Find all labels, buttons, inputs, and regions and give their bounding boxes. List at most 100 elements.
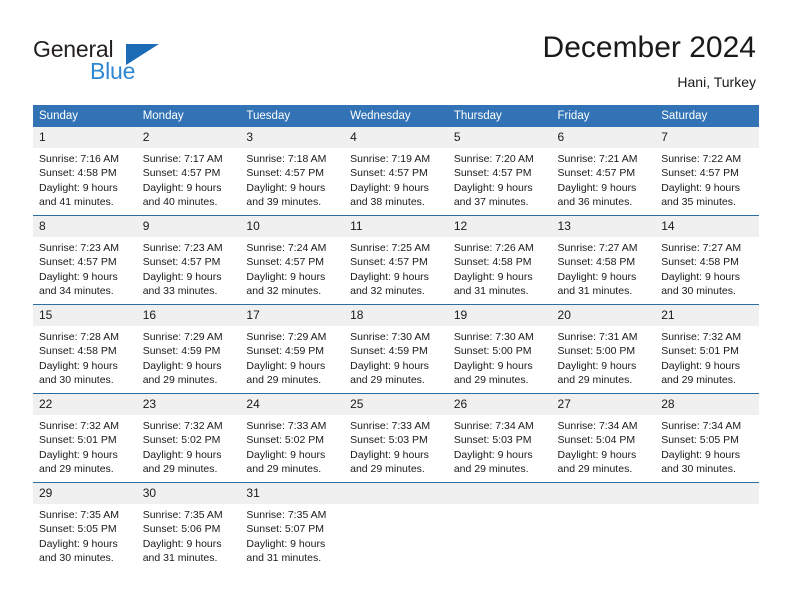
calendar-day-cell[interactable]: 6 Sunrise: 7:21 AM Sunset: 4:57 PM Daylight… [551,127,656,216]
daylight-duration-line2: and 41 minutes. [39,195,114,208]
weekday-header-sunday: Sunday [33,105,137,127]
daylight-duration-line1: Daylight: 9 hours [39,359,118,372]
calendar-day-cell[interactable]: 9 Sunrise: 7:23 AM Sunset: 4:57 PM Daylight… [136,215,241,305]
day-details: Sunrise: 7:35 AM Sunset: 5:07 PM Daylight:… [240,504,344,565]
calendar-header-row: Sunday Monday Tuesday Wednesday Thursday… [33,105,759,127]
calendar-day-cell[interactable]: 18 Sunrise: 7:30 AM Sunset: 4:59 PM Dayligh… [344,304,448,394]
calendar-day-cell[interactable]: 10 Sunrise: 7:24 AM Sunset: 4:57 PM Dayligh… [240,215,345,305]
sunrise-time: Sunrise: 7:34 AM [557,420,638,432]
calendar-empty-cell [447,482,552,571]
daylight-duration-line1: Daylight: 9 hours [142,270,222,283]
daylight-duration-line2: and 38 minutes. [350,195,425,208]
calendar-page: General Blue December 2024 Hani, Turkey … [0,0,792,612]
calendar-day-cell[interactable]: 13 Sunrise: 7:27 AM Sunset: 4:58 PM Dayligh… [551,215,656,305]
calendar-day-cell[interactable]: 28 Sunrise: 7:34 AM Sunset: 5:05 PM Dayligh… [655,393,759,483]
calendar-day-cell[interactable]: 2 Sunrise: 7:17 AM Sunset: 4:57 PM Daylight… [136,127,241,216]
calendar-day-cell[interactable]: 29 Sunrise: 7:35 AM Sunset: 5:05 PM Dayligh… [33,482,137,571]
daylight-duration-line1: Daylight: 9 hours [39,270,118,283]
daylight-duration-line2: and 30 minutes. [661,462,736,475]
day-details: Sunrise: 7:34 AM Sunset: 5:04 PM Daylight:… [552,415,656,476]
sunset-time: Sunset: 5:06 PM [142,523,221,536]
day-number: 17 [240,305,345,326]
daylight-duration-line1: Daylight: 9 hours [661,270,741,283]
calendar-day-cell[interactable]: 11 Sunrise: 7:25 AM Sunset: 4:57 PM Dayligh… [344,215,448,305]
day-number: 11 [344,216,448,237]
day-number: 14 [655,216,759,237]
day-details: Sunrise: 7:35 AM Sunset: 5:05 PM Daylight:… [33,504,137,565]
daylight-duration-line2: and 29 minutes. [453,462,529,475]
calendar-day-cell[interactable]: 21 Sunrise: 7:32 AM Sunset: 5:01 PM Dayligh… [655,304,759,394]
calendar-day-cell[interactable]: 4 Sunrise: 7:19 AM Sunset: 4:57 PM Daylight… [344,127,448,216]
daylight-duration-line2: and 29 minutes. [350,462,425,475]
day-details: Sunrise: 7:19 AM Sunset: 4:57 PM Daylight:… [344,148,448,209]
day-number: 28 [655,394,759,415]
day-number: 5 [447,127,552,148]
sunset-time: Sunset: 5:00 PM [557,345,636,358]
day-number: 21 [655,305,759,326]
sunset-time: Sunset: 4:58 PM [661,256,739,269]
calendar-week-row: 8 Sunrise: 7:23 AM Sunset: 4:57 PM Daylight… [33,215,759,305]
calendar-day-cell[interactable]: 30 Sunrise: 7:35 AM Sunset: 5:06 PM Dayligh… [136,482,241,571]
calendar-day-cell[interactable]: 15 Sunrise: 7:28 AM Sunset: 4:58 PM Dayligh… [33,304,137,394]
daylight-duration-line2: and 31 minutes. [453,284,529,297]
day-number [447,483,552,504]
daylight-duration-line1: Daylight: 9 hours [557,359,637,372]
day-details: Sunrise: 7:22 AM Sunset: 4:57 PM Daylight:… [655,148,759,209]
calendar-day-cell[interactable]: 12 Sunrise: 7:26 AM Sunset: 4:58 PM Dayligh… [447,215,552,305]
day-number: 18 [344,305,448,326]
calendar-day-cell[interactable]: 3 Sunrise: 7:18 AM Sunset: 4:57 PM Daylight… [240,127,345,216]
daylight-duration-line1: Daylight: 9 hours [142,537,222,550]
calendar-day-cell[interactable]: 20 Sunrise: 7:31 AM Sunset: 5:00 PM Dayligh… [551,304,656,394]
weekday-header-thursday: Thursday [447,105,552,127]
daylight-duration-line1: Daylight: 9 hours [453,181,533,194]
sunset-time: Sunset: 4:58 PM [39,345,117,358]
sunset-time: Sunset: 4:57 PM [39,256,117,269]
calendar-day-cell[interactable]: 25 Sunrise: 7:33 AM Sunset: 5:03 PM Dayligh… [344,393,448,483]
calendar-day-cell[interactable]: 14 Sunrise: 7:27 AM Sunset: 4:58 PM Dayligh… [655,215,759,305]
daylight-duration-line1: Daylight: 9 hours [39,448,118,461]
daylight-duration-line1: Daylight: 9 hours [350,359,429,372]
daylight-duration-line2: and 29 minutes. [557,462,633,475]
day-details: Sunrise: 7:34 AM Sunset: 5:03 PM Daylight:… [448,415,552,476]
calendar-day-cell[interactable]: 8 Sunrise: 7:23 AM Sunset: 4:57 PM Daylight… [33,215,137,305]
sunrise-time: Sunrise: 7:16 AM [39,153,119,165]
calendar-empty-cell [655,482,759,571]
sunset-time: Sunset: 4:57 PM [661,167,739,180]
sunrise-time: Sunrise: 7:29 AM [246,331,327,343]
general-blue-logo[interactable]: General Blue [33,36,173,88]
calendar-day-cell[interactable]: 26 Sunrise: 7:34 AM Sunset: 5:03 PM Dayligh… [447,393,552,483]
day-number: 4 [344,127,448,148]
sunset-time: Sunset: 5:05 PM [39,523,117,536]
day-number: 9 [136,216,241,237]
sunset-time: Sunset: 5:02 PM [246,434,325,447]
daylight-duration-line1: Daylight: 9 hours [661,359,741,372]
daylight-duration-line1: Daylight: 9 hours [246,181,326,194]
page-header: General Blue December 2024 Hani, Turkey [0,0,792,100]
calendar-day-cell[interactable]: 31 Sunrise: 7:35 AM Sunset: 5:07 PM Dayligh… [240,482,345,571]
day-number: 12 [447,216,552,237]
calendar-day-cell[interactable]: 17 Sunrise: 7:29 AM Sunset: 4:59 PM Dayligh… [240,304,345,394]
sunset-time: Sunset: 4:59 PM [246,345,325,358]
calendar-day-cell[interactable]: 23 Sunrise: 7:32 AM Sunset: 5:02 PM Dayligh… [136,393,241,483]
calendar-day-cell[interactable]: 19 Sunrise: 7:30 AM Sunset: 5:00 PM Dayligh… [447,304,552,394]
calendar-day-cell[interactable]: 1 Sunrise: 7:16 AM Sunset: 4:58 PM Daylight… [33,127,137,216]
calendar-day-cell[interactable]: 16 Sunrise: 7:29 AM Sunset: 4:59 PM Dayligh… [136,304,241,394]
sunset-time: Sunset: 5:01 PM [661,345,739,358]
sunset-time: Sunset: 5:07 PM [246,523,325,536]
sunrise-time: Sunrise: 7:32 AM [142,420,223,432]
daylight-duration-line1: Daylight: 9 hours [142,181,222,194]
calendar-day-cell[interactable]: 7 Sunrise: 7:22 AM Sunset: 4:57 PM Daylight… [655,127,759,216]
daylight-duration-line1: Daylight: 9 hours [350,181,429,194]
sunrise-time: Sunrise: 7:32 AM [661,331,742,343]
daylight-duration-line1: Daylight: 9 hours [142,359,222,372]
day-number: 7 [655,127,759,148]
day-details: Sunrise: 7:26 AM Sunset: 4:58 PM Daylight:… [448,237,552,298]
calendar-body: 1 Sunrise: 7:16 AM Sunset: 4:58 PM Daylight… [33,127,759,571]
calendar-day-cell[interactable]: 5 Sunrise: 7:20 AM Sunset: 4:57 PM Daylight… [447,127,552,216]
calendar-day-cell[interactable]: 22 Sunrise: 7:32 AM Sunset: 5:01 PM Dayligh… [33,393,137,483]
sunset-time: Sunset: 4:59 PM [142,345,221,358]
sunrise-time: Sunrise: 7:35 AM [246,509,327,521]
daylight-duration-line1: Daylight: 9 hours [557,270,637,283]
calendar-day-cell[interactable]: 24 Sunrise: 7:33 AM Sunset: 5:02 PM Dayligh… [240,393,345,483]
calendar-day-cell[interactable]: 27 Sunrise: 7:34 AM Sunset: 5:04 PM Dayligh… [551,393,656,483]
